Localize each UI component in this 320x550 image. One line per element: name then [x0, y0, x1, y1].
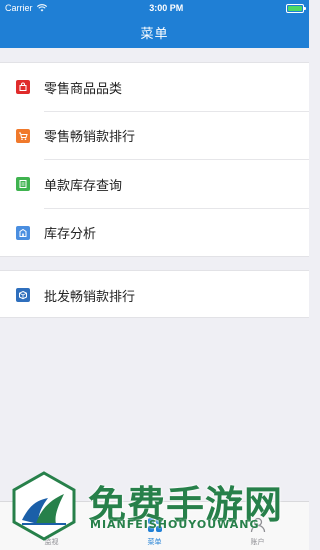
tab-menu[interactable]: 菜单	[103, 502, 206, 550]
wifi-icon	[36, 4, 47, 12]
menu-item-stock-analysis[interactable]: 库存分析	[0, 209, 309, 258]
menu-item-label: 单款库存查询	[44, 178, 123, 194]
monitor-icon	[43, 518, 60, 533]
tab-account[interactable]: 账户	[206, 502, 309, 550]
menu-item-retail-bestseller[interactable]: 零售畅销款排行	[0, 112, 309, 160]
battery-icon	[286, 3, 306, 13]
menu-item-retail-category[interactable]: 零售商品品类	[0, 63, 309, 112]
tab-label: 菜单	[147, 539, 162, 546]
tab-label: 监视	[44, 539, 59, 546]
menu-item-stock-query[interactable]: 单款库存查询	[0, 160, 309, 209]
tab-bar: 监视 菜单 账户	[0, 501, 309, 550]
box-icon	[16, 288, 30, 303]
cart-icon	[16, 128, 30, 143]
menu-item-label: 批发畅销款排行	[44, 289, 136, 305]
status-time: 3:00 PM	[149, 3, 184, 13]
status-right	[286, 3, 306, 13]
document-icon	[16, 177, 30, 192]
page-title: 菜单	[140, 25, 169, 41]
status-bar: Carrier 3:00 PM	[0, 0, 309, 16]
carrier-label: Carrier	[5, 3, 33, 13]
account-icon	[250, 517, 265, 533]
tab-monitor[interactable]: 监视	[0, 502, 103, 550]
navbar: 菜单	[0, 16, 309, 48]
bag-icon	[16, 80, 30, 95]
menu-item-label: 零售商品品类	[44, 81, 123, 97]
menu-item-label: 零售畅销款排行	[44, 130, 136, 146]
menu-item-wholesale-bestseller[interactable]: 批发畅销款排行	[0, 271, 309, 320]
tab-label: 账户	[250, 539, 265, 546]
menu-group-1: 零售商品品类 零售畅销款排行 单款库存查询 库存分析	[0, 62, 309, 257]
menu-item-label: 库存分析	[44, 227, 97, 243]
status-left: Carrier	[5, 3, 47, 13]
grid-icon	[147, 518, 162, 532]
top-bar: Carrier 3:00 PM 菜单	[0, 0, 309, 48]
building-icon	[16, 225, 30, 240]
menu-group-2: 批发畅销款排行	[0, 270, 309, 318]
